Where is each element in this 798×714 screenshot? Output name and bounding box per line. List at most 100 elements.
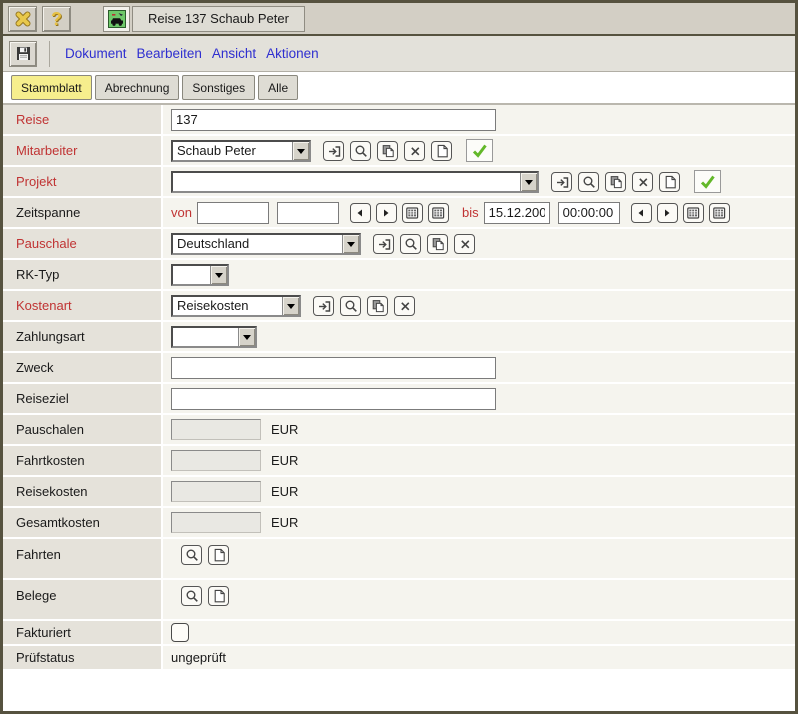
triangle-right-icon [659, 205, 675, 221]
menu-ansicht[interactable]: Ansicht [207, 46, 261, 61]
chevron-down-icon[interactable] [520, 173, 537, 191]
kostenart-search-button[interactable] [340, 296, 361, 316]
chevron-down-icon[interactable] [210, 266, 227, 284]
von-calendar-time-button[interactable] [428, 203, 449, 223]
fahrten-search-button[interactable] [181, 545, 202, 565]
help-icon: ? [51, 10, 62, 28]
kostenart-dropdown[interactable]: Reisekosten [171, 295, 301, 317]
close-icon [14, 10, 32, 28]
copy-icon [380, 143, 396, 159]
projekt-dropdown[interactable] [171, 171, 539, 193]
triangle-right-icon [378, 205, 394, 221]
chevron-down-icon[interactable] [342, 235, 359, 253]
pauschale-copy-button[interactable] [427, 234, 448, 254]
pauschale-search-button[interactable] [400, 234, 421, 254]
goto-icon [326, 143, 342, 159]
form-row-belege: Belege [3, 580, 795, 621]
pauschale-clear-button[interactable] [454, 234, 475, 254]
bis-time-input[interactable] [558, 202, 620, 224]
mitarbeiter-copy-button[interactable] [377, 141, 398, 161]
document-title-group: Reise 137 Schaub Peter [103, 6, 305, 32]
kostenart-clear-button[interactable] [394, 296, 415, 316]
save-button[interactable] [9, 41, 37, 67]
search-icon [184, 588, 200, 604]
calendar-icon [685, 205, 701, 221]
form-row-gesamtkosten: Gesamtkosten EUR [3, 508, 795, 539]
projekt-search-button[interactable] [578, 172, 599, 192]
menu-bearbeiten[interactable]: Bearbeiten [132, 46, 207, 61]
tab-sonstiges[interactable]: Sonstiges [182, 75, 255, 100]
von-next-button[interactable] [376, 203, 397, 223]
copy-icon [370, 298, 386, 314]
bis-calendar-date-button[interactable] [683, 203, 704, 223]
mitarbeiter-dropdown[interactable]: Schaub Peter [171, 140, 311, 162]
menu-dokument[interactable]: Dokument [60, 46, 132, 61]
rktyp-dropdown[interactable] [171, 264, 229, 286]
calendar-icon [404, 205, 420, 221]
search-icon [403, 236, 419, 252]
von-date-input[interactable] [197, 202, 269, 224]
belege-new-button[interactable] [208, 586, 229, 606]
menu-aktionen[interactable]: Aktionen [261, 46, 324, 61]
bis-next-button[interactable] [657, 203, 678, 223]
titlebar: ? Reise 137 Schaub Peter [3, 3, 795, 36]
triangle-left-icon [633, 205, 649, 221]
help-button[interactable]: ? [42, 6, 71, 32]
menubar-divider [49, 41, 50, 67]
mitarbeiter-search-button[interactable] [350, 141, 371, 161]
fahrten-new-button[interactable] [208, 545, 229, 565]
field-label-reiseziel: Reiseziel [3, 384, 163, 413]
von-time-input[interactable] [277, 202, 339, 224]
pauschale-dropdown[interactable]: Deutschland [171, 233, 361, 255]
search-icon [343, 298, 359, 314]
projekt-confirm-button[interactable] [694, 170, 721, 193]
form-row-rktyp: RK-Typ [3, 260, 795, 291]
kostenart-value: Reisekosten [173, 298, 299, 313]
bis-calendar-time-button[interactable] [709, 203, 730, 223]
von-label: von [171, 205, 192, 220]
copy-icon [608, 174, 624, 190]
reiseziel-input[interactable] [171, 388, 496, 410]
projekt-new-button[interactable] [659, 172, 680, 192]
von-calendar-date-button[interactable] [402, 203, 423, 223]
form-row-reisekosten: Reisekosten EUR [3, 477, 795, 508]
mitarbeiter-clear-button[interactable] [404, 141, 425, 161]
kostenart-goto-button[interactable] [313, 296, 334, 316]
chevron-down-icon[interactable] [292, 142, 309, 160]
kostenart-copy-button[interactable] [367, 296, 388, 316]
tab-abrechnung[interactable]: Abrechnung [95, 75, 180, 100]
travel-app-icon [103, 6, 130, 32]
projekt-goto-button[interactable] [551, 172, 572, 192]
field-label-pauschalen: Pauschalen [3, 415, 163, 444]
mitarbeiter-confirm-button[interactable] [466, 139, 493, 162]
pauschale-goto-button[interactable] [373, 234, 394, 254]
zweck-input[interactable] [171, 357, 496, 379]
checkmark-icon [699, 173, 716, 190]
field-label-reisekosten: Reisekosten [3, 477, 163, 506]
new-document-icon [211, 588, 227, 604]
von-prev-button[interactable] [350, 203, 371, 223]
bis-date-input[interactable] [484, 202, 550, 224]
projekt-copy-button[interactable] [605, 172, 626, 192]
bis-prev-button[interactable] [631, 203, 652, 223]
app-window: ? Reise 137 Schaub Peter Dokument Bearbe… [0, 0, 798, 714]
search-icon [581, 174, 597, 190]
field-label-zeitspanne: Zeitspanne [3, 198, 163, 227]
form-row-pauschale: Pauschale Deutschland [3, 229, 795, 260]
tab-alle[interactable]: Alle [258, 75, 298, 100]
reise-input[interactable] [171, 109, 496, 131]
close-button[interactable] [8, 6, 37, 32]
tab-stammblatt[interactable]: Stammblatt [11, 75, 92, 100]
mitarbeiter-new-button[interactable] [431, 141, 452, 161]
tab-strip: Stammblatt Abrechnung Sonstiges Alle [3, 72, 795, 103]
fakturiert-checkbox[interactable] [171, 623, 189, 642]
chevron-down-icon[interactable] [238, 328, 255, 346]
mitarbeiter-goto-button[interactable] [323, 141, 344, 161]
projekt-clear-button[interactable] [632, 172, 653, 192]
zahlungsart-dropdown[interactable] [171, 326, 257, 348]
field-label-gesamtkosten: Gesamtkosten [3, 508, 163, 537]
chevron-down-icon[interactable] [282, 297, 299, 315]
pauschale-value: Deutschland [173, 236, 359, 251]
belege-search-button[interactable] [181, 586, 202, 606]
clear-icon [457, 236, 473, 252]
